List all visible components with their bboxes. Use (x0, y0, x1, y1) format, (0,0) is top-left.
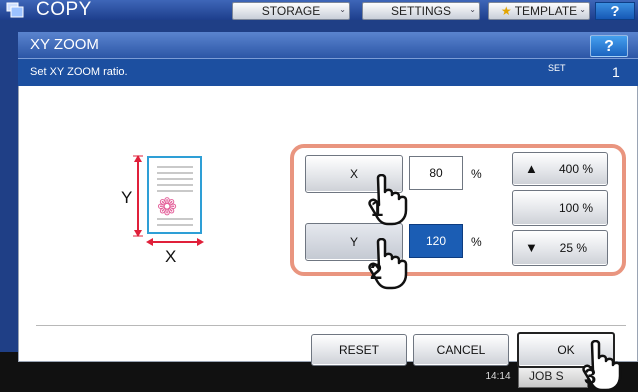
tab-template-label: TEMPLATE (514, 4, 578, 18)
background-help-button[interactable]: ? (595, 2, 635, 20)
text-line (157, 224, 193, 226)
zoom-100-label: 100 % (558, 201, 593, 215)
x-zoom-value[interactable]: 80 (409, 156, 463, 190)
zoom-400-label: 400 % (558, 162, 593, 176)
zoom-25-button[interactable]: ▼ 25 % (512, 230, 608, 266)
y-zoom-value[interactable]: 120 (409, 224, 463, 258)
step-number-1: 1 (371, 196, 384, 221)
y-axis-label: Y (121, 188, 133, 207)
x-dimension-arrow (146, 238, 204, 246)
reset-button[interactable]: RESET (311, 334, 407, 366)
tab-template[interactable]: ★ TEMPLATE ⌄ (488, 2, 590, 20)
text-line (157, 178, 193, 180)
copy-icon (6, 2, 24, 18)
tab-storage[interactable]: STORAGE ⌄ (232, 2, 350, 20)
zoom-400-button[interactable]: ▲ 400 % (512, 152, 608, 186)
instruction-message: Set XY ZOOM ratio. (30, 66, 128, 78)
cancel-button[interactable]: CANCEL (413, 334, 509, 366)
dialog-title: XY ZOOM (30, 36, 99, 53)
help-button[interactable]: ? (590, 35, 628, 57)
y-dimension-arrow (133, 155, 143, 237)
flower-icon: ❁ (157, 194, 178, 221)
chevron-down-icon: ⌄ (579, 5, 586, 14)
copy-title: COPY (36, 0, 92, 20)
text-line (157, 166, 193, 168)
chevron-down-icon: ⌄ (469, 5, 476, 14)
chevron-down-icon: ⌄ (339, 5, 346, 14)
step-number-3: 3 (584, 364, 597, 389)
footer-divider (36, 325, 626, 326)
tab-settings-label: SETTINGS (390, 4, 451, 18)
step-number-2: 2 (370, 259, 383, 284)
x-axis-label: X (165, 247, 177, 266)
text-line (157, 184, 193, 186)
set-count: 1 (612, 64, 620, 80)
clock-time: 14:14 (485, 371, 511, 382)
y-percent-unit: % (471, 235, 482, 249)
set-label: SET (548, 63, 566, 73)
zoom-100-button[interactable]: 100 % (512, 190, 608, 226)
tab-settings[interactable]: SETTINGS ⌄ (362, 2, 480, 20)
x-percent-unit: % (471, 167, 482, 181)
text-line (157, 190, 193, 192)
up-arrow-icon: ▲ (525, 161, 538, 176)
dialog-title-bar (18, 32, 638, 58)
zoom-25-label: 25 % (559, 241, 587, 255)
star-icon: ★ (500, 4, 512, 18)
down-arrow-icon: ▼ (525, 240, 538, 255)
text-line (157, 172, 193, 174)
tab-storage-label: STORAGE (261, 4, 321, 18)
